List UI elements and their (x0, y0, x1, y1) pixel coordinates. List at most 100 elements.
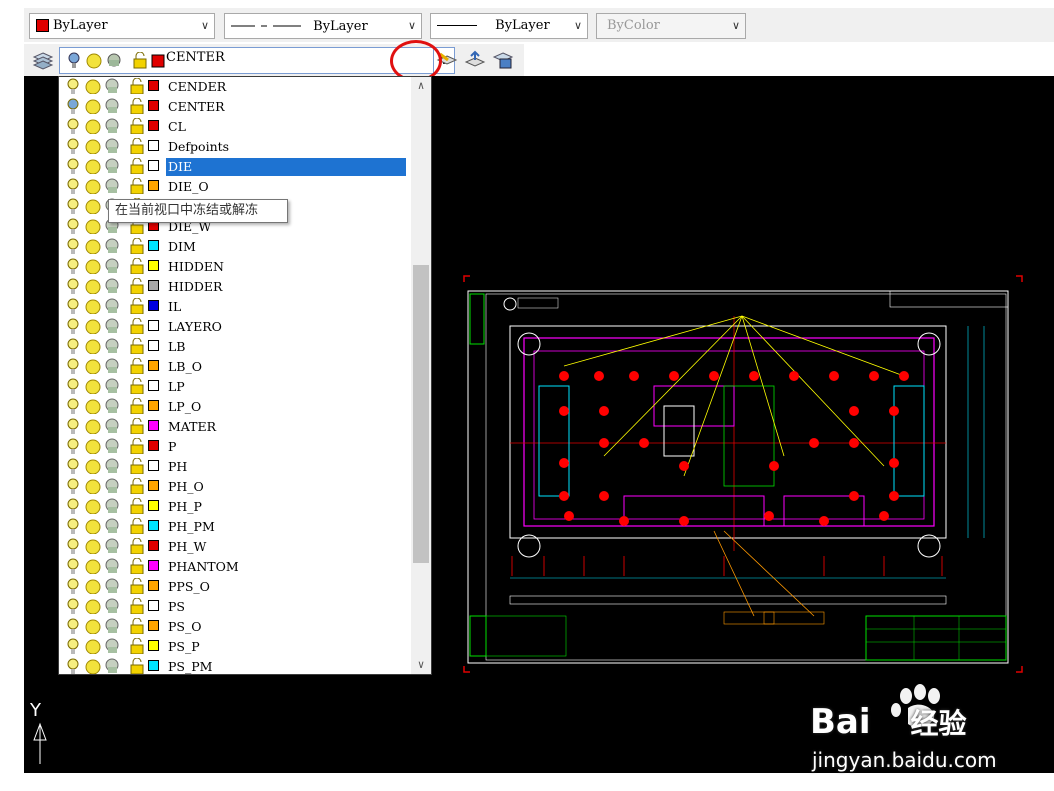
layer-color-swatch[interactable] (148, 560, 159, 571)
lightbulb-icon (67, 558, 79, 574)
sun-icon (85, 479, 101, 494)
lock-icon (130, 138, 144, 154)
layer-row[interactable]: DIM (59, 237, 411, 257)
scrollbar[interactable]: ∧ ∨ (411, 77, 431, 674)
layer-color-swatch[interactable] (148, 180, 159, 191)
layer-color-swatch[interactable] (148, 160, 159, 171)
sun-icon (85, 259, 101, 274)
layer-color-swatch[interactable] (148, 80, 159, 91)
layer-color-swatch[interactable] (148, 640, 159, 651)
viewport-freeze-icon (105, 398, 119, 413)
layer-row[interactable]: LAYERO (59, 317, 411, 337)
layer-color-swatch[interactable] (148, 620, 159, 631)
layer-row[interactable]: LB_O (59, 357, 411, 377)
lightbulb-icon (67, 638, 79, 654)
scrollbar-thumb[interactable] (413, 265, 429, 563)
layer-color-swatch[interactable] (148, 500, 159, 511)
layer-row[interactable]: HIDDER (59, 277, 411, 297)
lock-icon (130, 598, 144, 614)
layer-color-swatch[interactable] (148, 520, 159, 531)
lock-icon (130, 258, 144, 274)
layer-row[interactable]: PS_P (59, 637, 411, 657)
layer-row[interactable]: MATER (59, 417, 411, 437)
lightbulb-icon (67, 358, 79, 374)
layer-name: HIDDER (168, 279, 223, 294)
layer-color-swatch[interactable] (148, 320, 159, 331)
layer-color-swatch[interactable] (148, 120, 159, 131)
layer-row[interactable]: PHANTOM (59, 557, 411, 577)
layer-row[interactable]: PH_O (59, 477, 411, 497)
layer-row[interactable]: LP_O (59, 397, 411, 417)
layer-row[interactable]: PS (59, 597, 411, 617)
layer-row[interactable]: HIDDEN (59, 257, 411, 277)
lock-icon (130, 238, 144, 254)
layer-row[interactable]: P (59, 437, 411, 457)
layer-color-swatch[interactable] (148, 540, 159, 551)
lightbulb-icon (67, 178, 79, 194)
layer-color-swatch[interactable] (148, 380, 159, 391)
layer-color-swatch[interactable] (148, 100, 159, 111)
layer-row[interactable]: DIE_O (59, 177, 411, 197)
layer-dropdown-list[interactable]: CENDERCENTERCLDefpointsDIEDIE_ODIE_PDIE_… (58, 76, 432, 675)
chevron-down-icon[interactable]: ∨ (196, 14, 214, 38)
viewport-freeze-icon (105, 278, 119, 293)
layer-name: MATER (168, 419, 217, 434)
layer-color-swatch[interactable] (148, 240, 159, 251)
plotstyle-combo: ByColor ∨ (596, 13, 746, 39)
lightbulb-icon (67, 218, 79, 234)
sun-icon (85, 319, 101, 334)
scroll-down-icon[interactable]: ∨ (411, 656, 431, 674)
layer-row[interactable]: PH_PM (59, 517, 411, 537)
lock-icon (130, 278, 144, 294)
color-combo[interactable]: ByLayer ∨ (29, 13, 215, 39)
layer-row[interactable]: PPS_O (59, 577, 411, 597)
linetype-preview (231, 14, 301, 38)
layer-color-swatch[interactable] (148, 300, 159, 311)
layer-color-swatch[interactable] (148, 400, 159, 411)
lightbulb-icon (67, 598, 79, 614)
lightbulb-icon (67, 578, 79, 594)
layer-name: PS_PM (168, 659, 213, 674)
layer-name: PH_O (168, 479, 204, 494)
lineweight-combo[interactable]: ByLayer ∨ (430, 13, 588, 39)
chevron-down-icon[interactable]: ∨ (403, 14, 421, 38)
layer-row[interactable]: CENDER (59, 77, 411, 97)
layer-row[interactable]: PH (59, 457, 411, 477)
previous-layer-icon[interactable] (464, 50, 486, 70)
layer-color-swatch[interactable] (148, 340, 159, 351)
layer-row[interactable]: CENTER (59, 97, 411, 117)
layer-row[interactable]: DIE (59, 157, 411, 177)
scroll-up-icon[interactable]: ∧ (411, 77, 431, 95)
layer-row[interactable]: Defpoints (59, 137, 411, 157)
layer-row[interactable]: IL (59, 297, 411, 317)
layer-color-swatch[interactable] (148, 440, 159, 451)
chevron-down-icon[interactable]: ∨ (569, 14, 587, 38)
layer-color-swatch[interactable] (148, 140, 159, 151)
layer-row[interactable]: CL (59, 117, 411, 137)
sun-icon (85, 619, 101, 634)
layer-row[interactable]: PS_O (59, 617, 411, 637)
linetype-combo[interactable]: ByLayer ∨ (224, 13, 422, 39)
sun-icon (85, 519, 101, 534)
layer-color-swatch[interactable] (148, 580, 159, 591)
layer-row[interactable]: LB (59, 337, 411, 357)
layer-states-icon[interactable] (492, 50, 514, 70)
lightbulb-icon (67, 138, 79, 154)
layer-name: LB_O (168, 359, 202, 374)
layer-color-swatch[interactable] (148, 280, 159, 291)
layer-color-swatch[interactable] (148, 660, 159, 671)
viewport-freeze-icon (105, 338, 119, 353)
layer-row[interactable]: PH_P (59, 497, 411, 517)
layer-row[interactable]: PH_W (59, 537, 411, 557)
layer-color-swatch[interactable] (148, 460, 159, 471)
layer-color-swatch[interactable] (148, 260, 159, 271)
layer-row[interactable]: PS_PM (59, 657, 411, 674)
layer-color-swatch[interactable] (148, 360, 159, 371)
layer-row[interactable]: LP (59, 377, 411, 397)
layer-color-swatch[interactable] (148, 480, 159, 491)
sun-icon (85, 359, 101, 374)
layer-color-swatch[interactable] (148, 420, 159, 431)
layer-properties-icon[interactable] (32, 50, 54, 70)
layer-color-swatch[interactable] (148, 600, 159, 611)
viewport-freeze-icon (105, 158, 119, 173)
